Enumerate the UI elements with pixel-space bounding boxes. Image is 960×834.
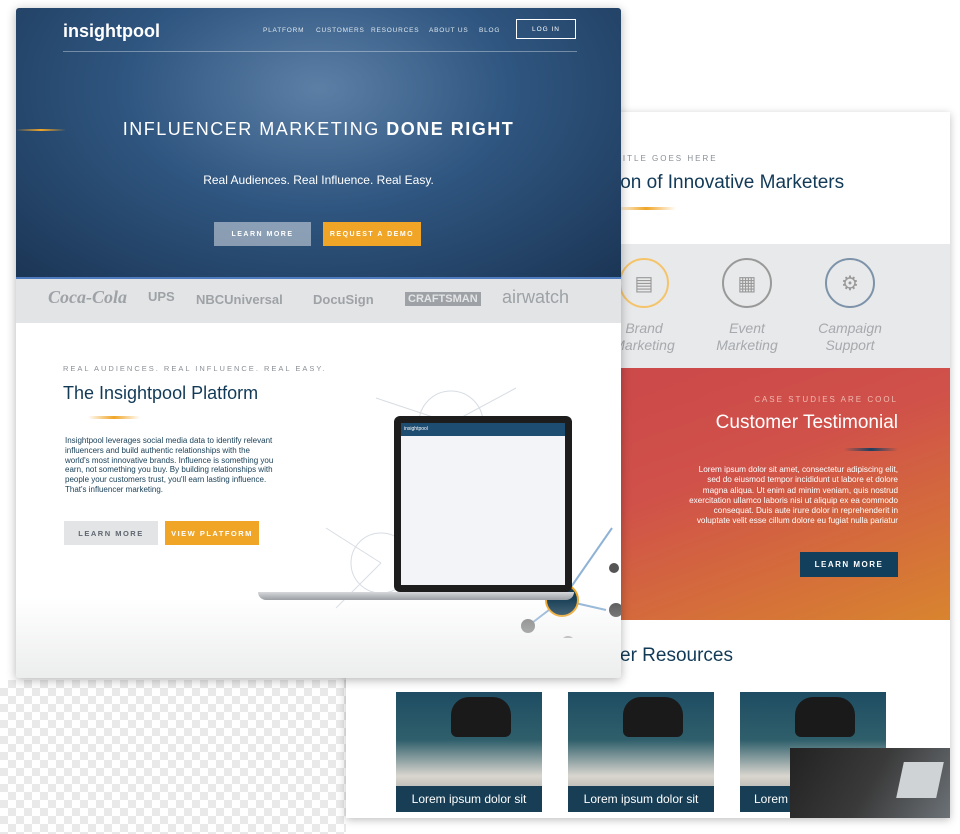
section-title: ion of Innovative Marketers bbox=[616, 172, 845, 193]
laptop-mockup: insightpool bbox=[394, 416, 572, 592]
view-platform-button[interactable]: VIEW PLATFORM bbox=[165, 521, 259, 545]
service-campaign-support[interactable]: ⚙ Campaign Support bbox=[800, 258, 900, 354]
airwatch-logo: airwatch bbox=[502, 287, 570, 307]
resource-card[interactable]: Lorem ipsum dolor sit bbox=[568, 692, 714, 812]
request-demo-button[interactable]: REQUEST A DEMO bbox=[323, 222, 421, 246]
nav-divider bbox=[63, 51, 577, 52]
hero-title: INFLUENCER MARKETING DONE RIGHT bbox=[122, 119, 515, 139]
cocacola-logo: Coca-Cola bbox=[48, 287, 127, 307]
platform-body: Insightpool leverages social media data … bbox=[65, 436, 274, 494]
platform-learn-more-button[interactable]: LEARN MORE bbox=[64, 521, 158, 545]
client-logos: Coca-Cola UPS NBCUniversal DocuSign CRAF… bbox=[16, 277, 621, 323]
avatar bbox=[609, 563, 619, 573]
resource-card[interactable]: Lorem ipsum dolor sit bbox=[396, 692, 542, 812]
nav-platform[interactable]: PLATFORM bbox=[263, 27, 304, 34]
section-eyebrow: TITLE GOES HERE bbox=[616, 154, 718, 163]
platform-eyebrow: REAL AUDIENCES. REAL INFLUENCE. REAL EAS… bbox=[63, 364, 327, 373]
testimonial-body: Lorem ipsum dolor sit amet, consectetur … bbox=[689, 465, 898, 526]
gear-wrench-icon: ⚙ bbox=[825, 258, 875, 308]
ups-logo: UPS bbox=[148, 289, 175, 304]
platform-screen: insightpool bbox=[401, 423, 565, 585]
navy-divider bbox=[844, 448, 898, 451]
laptop-image bbox=[896, 762, 944, 798]
platform-title: The Insightpool Platform bbox=[63, 383, 259, 403]
nav-resources[interactable]: RESOURCES bbox=[371, 27, 419, 34]
nav-blog[interactable]: BLOG bbox=[479, 27, 500, 34]
nbcuniversal-logo: NBCUniversal bbox=[196, 292, 283, 307]
hero-learn-more-button[interactable]: LEARN MORE bbox=[214, 222, 311, 246]
insightpool-logo[interactable]: insightpool bbox=[63, 21, 160, 42]
chat-icon: ▤ bbox=[619, 258, 669, 308]
homepage-mockup: insightpool PLATFORM CUSTOMERS RESOURCES… bbox=[16, 8, 621, 678]
login-button[interactable]: LOG IN bbox=[516, 19, 576, 39]
testimonial-title: Customer Testimonial bbox=[715, 412, 898, 433]
laptop-photo bbox=[790, 748, 950, 818]
nav-about-us[interactable]: ABOUT US bbox=[429, 27, 469, 34]
transparent-background bbox=[0, 680, 346, 834]
testimonial-eyebrow: CASE STUDIES ARE COOL bbox=[754, 395, 898, 404]
nav-customers[interactable]: CUSTOMERS bbox=[316, 27, 365, 34]
calendar-icon: ▦ bbox=[722, 258, 772, 308]
orange-divider bbox=[616, 207, 676, 210]
hero-section: insightpool PLATFORM CUSTOMERS RESOURCES… bbox=[16, 8, 621, 277]
resources-title: er Resources bbox=[620, 645, 733, 666]
bottom-fade bbox=[16, 598, 621, 678]
service-event-marketing[interactable]: ▦ Event Marketing bbox=[697, 258, 797, 354]
hero-subtitle: Real Audiences. Real Influence. Real Eas… bbox=[203, 173, 434, 187]
kettle-image bbox=[795, 697, 855, 737]
kettle-image bbox=[623, 697, 683, 737]
orange-divider bbox=[88, 416, 140, 419]
docusign-logo: DocuSign bbox=[313, 292, 374, 307]
testimonial-learn-more-button[interactable]: LEARN MORE bbox=[800, 552, 898, 577]
kettle-image bbox=[451, 697, 511, 737]
craftsman-logo: CRAFTSMAN bbox=[405, 292, 481, 306]
